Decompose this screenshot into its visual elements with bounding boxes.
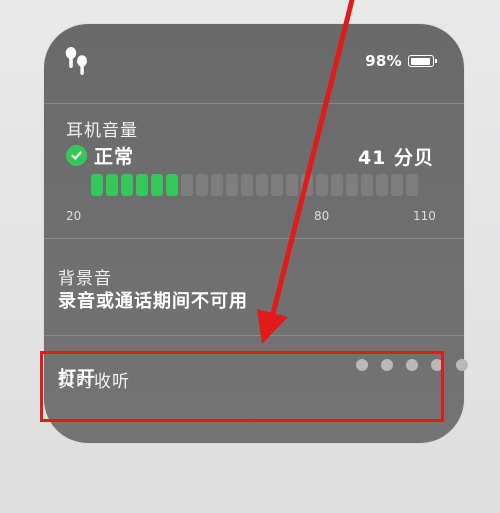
meter-bar bbox=[181, 174, 193, 196]
header-divider bbox=[44, 103, 464, 104]
checkmark-circle-icon bbox=[66, 145, 87, 166]
meter-bar bbox=[331, 174, 343, 196]
level-dot bbox=[406, 359, 418, 371]
meter-bar bbox=[286, 174, 298, 196]
meter-bar bbox=[121, 174, 133, 196]
section-divider-2 bbox=[44, 335, 464, 336]
meter-bar bbox=[166, 174, 178, 196]
hearing-control-panel: 98% 耳机音量 正常 41 分贝 20 80 110 背景音 录音或通话期间不… bbox=[44, 24, 464, 443]
battery-fill bbox=[410, 57, 431, 65]
background-sounds-value: 录音或通话期间不可用 bbox=[58, 291, 248, 312]
decibel-value: 41 分贝 bbox=[357, 147, 434, 169]
meter-bar bbox=[151, 174, 163, 196]
meter-bar bbox=[346, 174, 358, 196]
meter-bar bbox=[106, 174, 118, 196]
meter-bar bbox=[406, 174, 418, 196]
meter-bar bbox=[271, 174, 283, 196]
meter-bar bbox=[361, 174, 373, 196]
tick-label-mid: 80 bbox=[314, 209, 330, 223]
meter-bar bbox=[91, 174, 103, 196]
tick-label-min: 20 bbox=[66, 209, 82, 223]
meter-bar bbox=[211, 174, 223, 196]
meter-bar bbox=[136, 174, 148, 196]
meter-bar bbox=[376, 174, 388, 196]
level-dot bbox=[381, 359, 393, 371]
live-listen-dots bbox=[356, 359, 468, 371]
airpods-icon bbox=[65, 47, 87, 75]
meter-bar bbox=[196, 174, 208, 196]
headphone-level-status: 正常 bbox=[66, 142, 134, 169]
meter-bar bbox=[256, 174, 268, 196]
decibel-meter bbox=[91, 174, 418, 196]
headphone-level-title: 耳机音量 bbox=[66, 121, 138, 141]
status-text: 正常 bbox=[94, 146, 135, 168]
battery-icon bbox=[408, 55, 437, 67]
battery-percent: 98% bbox=[365, 52, 402, 70]
tick-label-max: 110 bbox=[413, 209, 436, 223]
live-listen-value[interactable]: 打开 bbox=[58, 364, 96, 390]
meter-bar bbox=[301, 174, 313, 196]
panel-header: 98% bbox=[44, 24, 464, 104]
meter-bar bbox=[241, 174, 253, 196]
level-dot bbox=[431, 359, 443, 371]
meter-bar bbox=[226, 174, 238, 196]
level-dot bbox=[356, 359, 368, 371]
section-divider-1 bbox=[44, 238, 464, 239]
background-sounds-title: 背景音 bbox=[58, 269, 112, 289]
battery-status: 98% bbox=[365, 52, 437, 70]
meter-bar bbox=[391, 174, 403, 196]
level-dot bbox=[456, 359, 468, 371]
meter-bar bbox=[316, 174, 328, 196]
